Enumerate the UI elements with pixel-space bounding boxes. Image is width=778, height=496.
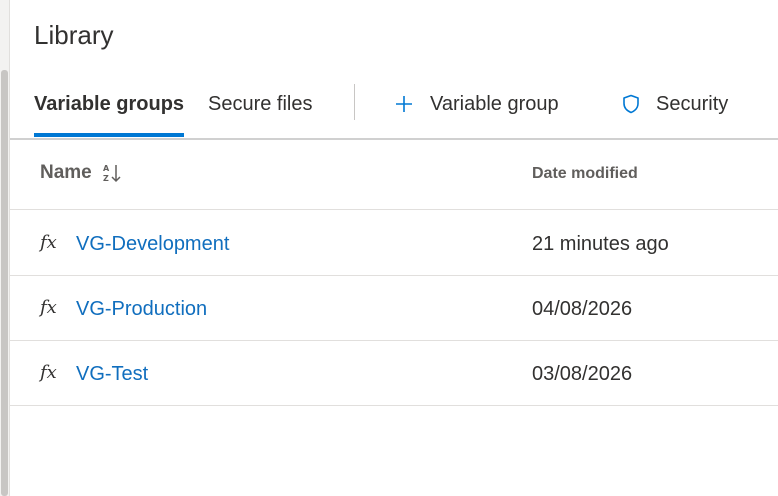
variable-group-link[interactable]: VG-Development <box>76 233 229 256</box>
page-title: Library <box>34 20 114 50</box>
fx-icon: fx <box>40 297 57 318</box>
fx-icon: fx <box>40 232 57 253</box>
tab-secure-files[interactable]: Secure files <box>208 82 313 126</box>
tab-variable-groups[interactable]: Variable groups <box>34 82 184 126</box>
sort-az-icon[interactable]: A Z <box>102 162 122 184</box>
pivot-bar: Variable groups Secure files Variable gr… <box>10 82 778 140</box>
add-variable-group-button[interactable]: Variable group <box>394 82 559 126</box>
column-header-name[interactable]: Name A Z <box>40 162 122 184</box>
variable-group-link[interactable]: VG-Test <box>76 363 148 386</box>
svg-text:A: A <box>103 164 110 173</box>
selected-tab-indicator <box>34 133 184 137</box>
table-row[interactable]: fx VG-Production 04/08/2026 <box>10 276 778 341</box>
security-button[interactable]: Security <box>622 82 728 126</box>
shield-icon <box>622 94 640 114</box>
row-date-modified: 03/08/2026 <box>532 363 633 385</box>
left-scrollbar[interactable] <box>0 0 10 496</box>
variable-group-link[interactable]: VG-Production <box>76 298 207 321</box>
plus-icon <box>394 94 414 114</box>
security-label: Security <box>656 92 729 115</box>
tab-command-divider <box>354 84 355 120</box>
column-name-label: Name <box>40 162 92 183</box>
table-row[interactable]: fx VG-Test 03/08/2026 <box>10 341 778 406</box>
row-date-modified: 21 minutes ago <box>532 233 669 255</box>
table-row[interactable]: fx VG-Development 21 minutes ago <box>10 211 778 276</box>
add-variable-group-label: Variable group <box>430 92 559 115</box>
scrollbar-thumb[interactable] <box>1 70 8 496</box>
column-header-date-modified[interactable]: Date modified <box>532 165 638 183</box>
row-date-modified: 04/08/2026 <box>532 298 633 320</box>
fx-icon: fx <box>40 362 57 383</box>
table-header: Name A Z Date modified <box>10 140 778 210</box>
svg-text:Z: Z <box>103 174 109 183</box>
